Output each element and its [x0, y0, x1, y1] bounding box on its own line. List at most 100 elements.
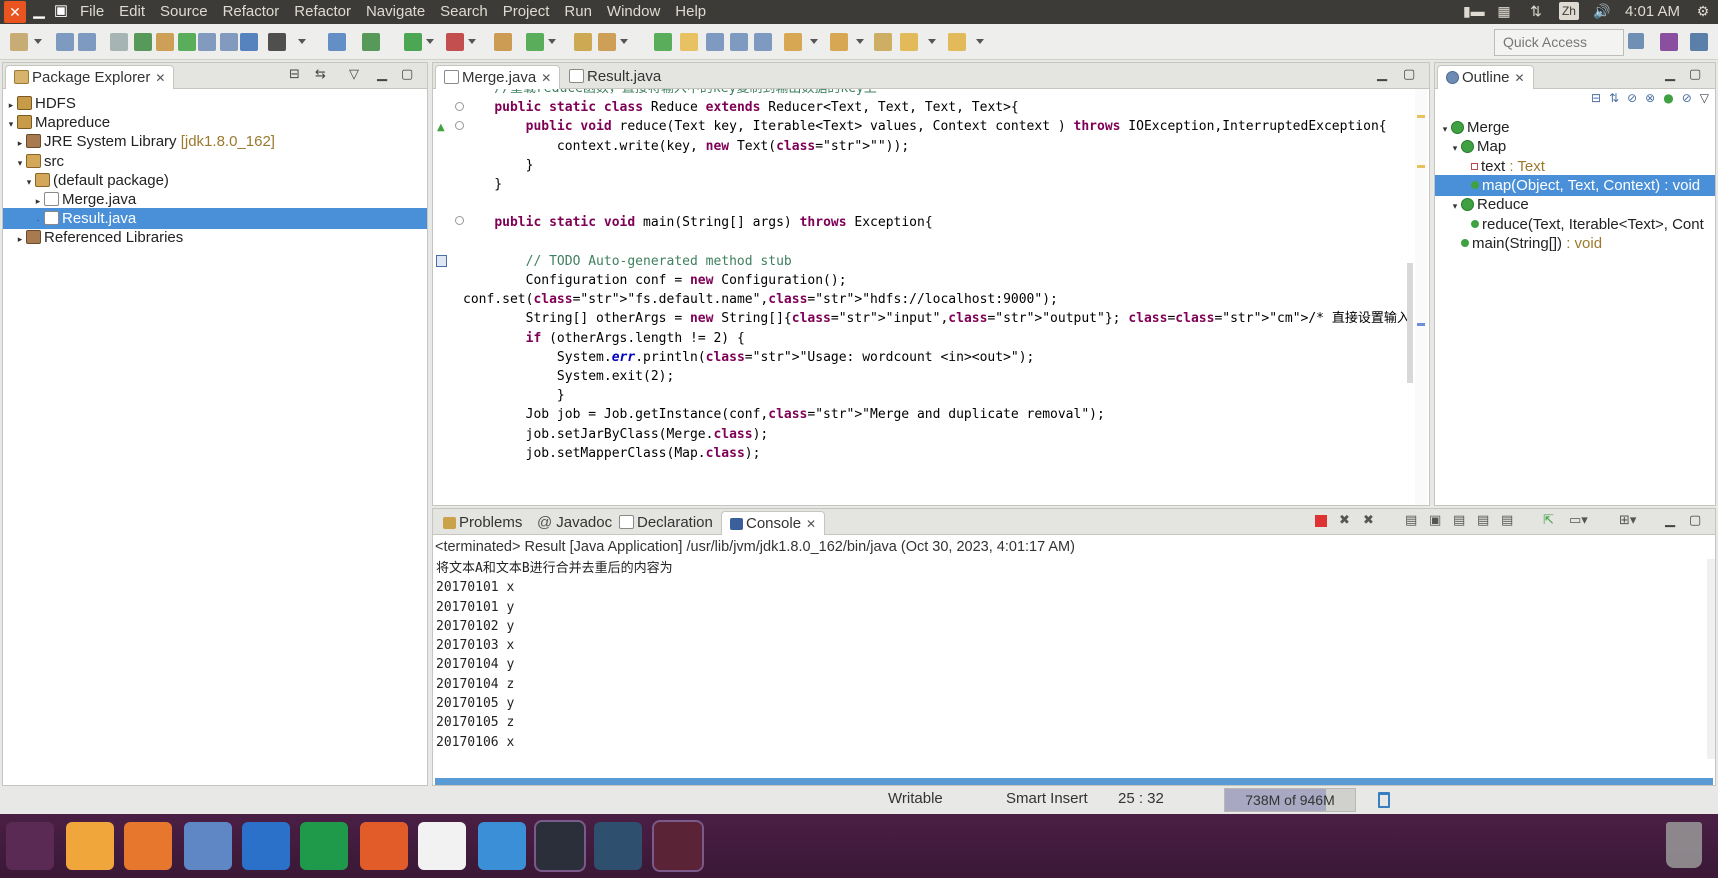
files-icon[interactable]: [66, 822, 114, 870]
prev-annotation-icon[interactable]: [830, 33, 848, 51]
view-menu-icon[interactable]: ▽: [349, 67, 359, 82]
toggle-highlight-icon[interactable]: [680, 33, 698, 51]
outline-item[interactable]: ▾ Merge: [1435, 117, 1715, 138]
pin-console-icon[interactable]: ⇱: [1543, 513, 1554, 528]
menu-item[interactable]: Project: [503, 3, 550, 20]
code-line[interactable]: System.exit(2);: [463, 367, 674, 386]
word-wrap-icon[interactable]: ▤: [1453, 513, 1465, 528]
status-insert-mode[interactable]: Smart Insert: [1006, 785, 1088, 813]
open-task-icon[interactable]: [198, 33, 216, 51]
close-icon[interactable]: ✕: [155, 71, 165, 85]
code-line[interactable]: }: [463, 156, 534, 175]
tree-item[interactable]: ▸ Merge.java: [3, 189, 427, 210]
maximize-view-icon[interactable]: ▢: [401, 67, 413, 82]
outline-item[interactable]: map(Object, Text, Context) : void: [1435, 174, 1715, 196]
open-type-icon[interactable]: [574, 33, 592, 51]
new-class-icon[interactable]: [178, 33, 196, 51]
tab-javadoc[interactable]: @ Javadoc: [529, 511, 620, 535]
code-line[interactable]: }: [463, 386, 565, 405]
collapse-all-icon[interactable]: ⊟: [1591, 91, 1601, 105]
tab-problems[interactable]: Problems: [435, 511, 530, 535]
new-java-dropdown-icon[interactable]: [548, 39, 556, 45]
hide-local-types-icon[interactable]: ⊘: [1682, 91, 1692, 105]
console-output[interactable]: 将文本A和文本B进行合并去重后的内容为 20170101 x 20170101 y 2…: [436, 559, 1707, 752]
back-dropdown-icon[interactable]: [928, 39, 936, 45]
debug-icon[interactable]: [362, 33, 380, 51]
hide-fields-icon[interactable]: ⊘: [1627, 91, 1637, 105]
code-line[interactable]: context.write(key, new Text(class="str">…: [463, 137, 909, 156]
java-perspective-icon[interactable]: [1690, 33, 1708, 51]
code-line[interactable]: }: [463, 175, 502, 194]
firefox-icon[interactable]: [124, 822, 172, 870]
tab-merge-java[interactable]: Merge.java ✕: [435, 65, 561, 89]
outline-item[interactable]: ▾ Reduce: [1435, 194, 1715, 215]
maximize-view-icon[interactable]: ▢: [1689, 513, 1701, 528]
remove-launch-icon[interactable]: ✖: [1339, 513, 1350, 528]
profile-dropdown-icon[interactable]: [298, 39, 306, 45]
forward-icon[interactable]: [948, 33, 966, 51]
chromium-icon[interactable]: [184, 822, 232, 870]
code-line[interactable]: public static void main(String[] args) t…: [463, 213, 932, 232]
tab-result-java[interactable]: Result.java: [561, 65, 669, 89]
heap-status-bar[interactable]: 738M of 946M: [1224, 788, 1356, 812]
new-dropdown-icon[interactable]: [34, 39, 42, 45]
display-console-icon[interactable]: ▭▾: [1569, 513, 1588, 528]
save-all-icon[interactable]: [78, 33, 96, 51]
next-annotation-icon[interactable]: [784, 33, 802, 51]
code-line[interactable]: if (otherArgs.length != 2) {: [463, 329, 745, 348]
tree-item[interactable]: ▸ JRE System Library [jdk1.8.0_162]: [3, 131, 427, 152]
tab-outline[interactable]: Outline ✕: [1437, 65, 1534, 89]
menu-item[interactable]: Refactor: [294, 3, 351, 20]
sort-icon[interactable]: ⇅: [1609, 91, 1619, 105]
code-line[interactable]: public void reduce(Text key, Iterable<Te…: [463, 117, 1387, 136]
menu-item[interactable]: Search: [440, 3, 488, 20]
code-line[interactable]: String[] otherArgs = new String[]{class=…: [463, 309, 1413, 328]
tree-item[interactable]: ▾ Mapreduce: [3, 112, 427, 133]
toggle-mark-occurrences-icon[interactable]: [654, 33, 672, 51]
view-menu-icon[interactable]: ▽: [1700, 91, 1709, 105]
code-area[interactable]: //重载reduce函数，直接将输入中的key复制到输出数据的key上 publ…: [463, 89, 1413, 497]
external-tools-icon[interactable]: [494, 33, 512, 51]
code-line[interactable]: conf.set(class="str">"fs.default.name",c…: [463, 290, 1058, 309]
new-icon[interactable]: [10, 33, 28, 51]
tab-declaration[interactable]: Declaration: [611, 511, 721, 535]
skip-breakpoints-icon[interactable]: [328, 33, 346, 51]
maximize-view-icon[interactable]: ▢: [1403, 67, 1415, 82]
coverage-dropdown-icon[interactable]: [468, 39, 476, 45]
hide-nonpublic-icon[interactable]: ●: [1663, 91, 1673, 105]
tab-console[interactable]: Console ✕: [721, 511, 826, 535]
outline-item[interactable]: text : Text: [1435, 156, 1715, 177]
remove-all-terminated-icon[interactable]: ✖: [1363, 513, 1374, 528]
menu-item[interactable]: Refactor: [223, 3, 280, 20]
show-on-error-icon[interactable]: ▤: [1501, 513, 1513, 528]
close-icon[interactable]: ✕: [1515, 71, 1525, 85]
outline-item[interactable]: main(String[]) : void: [1435, 233, 1715, 254]
menu-item[interactable]: Run: [564, 3, 592, 20]
prev-annotation-dropdown-icon[interactable]: [856, 39, 864, 45]
code-line[interactable]: public static class Reduce extends Reduc…: [463, 98, 1018, 117]
outline-item[interactable]: reduce(Text, Iterable<Text>, Cont: [1435, 214, 1715, 235]
tree-item[interactable]: ▾ src: [3, 151, 427, 172]
word-icon[interactable]: [242, 822, 290, 870]
tree-item[interactable]: ▾ (default package): [3, 170, 427, 191]
maximize-view-icon[interactable]: ▢: [1689, 67, 1701, 82]
console-hscrollbar[interactable]: [435, 778, 1713, 785]
collapse-all-icon[interactable]: ⊟: [289, 67, 300, 82]
menu-item[interactable]: Help: [675, 3, 706, 20]
search-dropdown-icon[interactable]: [620, 39, 628, 45]
run-icon[interactable]: [404, 33, 422, 51]
new-java-class-icon[interactable]: [526, 33, 544, 51]
network-arrows-icon[interactable]: ⇅: [1527, 2, 1545, 20]
menu-item[interactable]: Navigate: [366, 3, 425, 20]
editor-scrollbar[interactable]: [1407, 263, 1413, 383]
code-line[interactable]: System.err.println(class="str">"Usage: w…: [463, 348, 1034, 367]
input-method-icon[interactable]: [418, 822, 466, 870]
settings-gear-icon[interactable]: ⚙: [1694, 2, 1712, 20]
back-icon[interactable]: [900, 33, 918, 51]
tab-package-explorer[interactable]: Package Explorer ✕: [5, 65, 175, 89]
volume-icon[interactable]: 🔊: [1593, 2, 1611, 20]
keyboard-layout-icon[interactable]: ▮▬: [1463, 2, 1485, 20]
profile-icon[interactable]: [268, 33, 286, 51]
new-package-icon[interactable]: [156, 33, 174, 51]
minimize-view-icon[interactable]: ▁: [1665, 513, 1675, 528]
